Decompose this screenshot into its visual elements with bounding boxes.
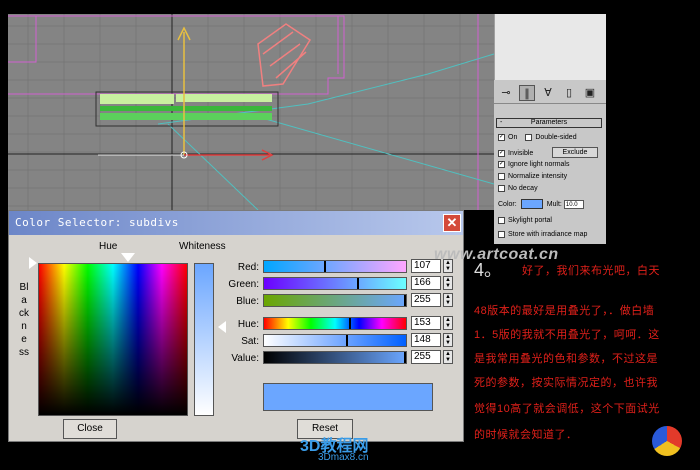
mult-label: Mult: (546, 200, 562, 208)
screen: { "dialog": { "title": "Color Selector: … (0, 0, 700, 470)
red-label: Red: (237, 262, 259, 273)
exclude-button[interactable]: Exclude (552, 147, 598, 158)
close-button[interactable]: Close (63, 419, 117, 439)
store-row[interactable]: Store with irradiance map (498, 231, 587, 238)
hue-blackness-picker[interactable] (38, 263, 188, 416)
rollout-title: Parameters (530, 119, 568, 126)
green-thumb[interactable] (357, 278, 359, 289)
sat-thumb[interactable] (346, 335, 348, 346)
double-sided-label: Double-sided (535, 134, 577, 141)
blue-slider[interactable] (263, 294, 407, 307)
color-row: Color: Mult: 10.0 (498, 199, 584, 209)
close-icon[interactable]: ✕ (443, 214, 461, 232)
on-checkbox[interactable]: ✓ (498, 134, 505, 141)
whiteness-label: Whiteness (179, 241, 226, 252)
green-input[interactable]: 166 (411, 276, 441, 290)
tutorial-line: 48版本的最好是用叠光了，．做白墙 (474, 305, 655, 317)
hue-input[interactable]: 153 (411, 316, 441, 330)
light-color-swatch[interactable] (520, 199, 543, 209)
modifier-stack-icon[interactable]: ∥ (519, 84, 535, 101)
red-slider[interactable] (263, 260, 407, 273)
tutorial-line: 好了，我们来布光吧，白天 (522, 265, 660, 277)
store-label: Store with irradiance map (508, 231, 588, 238)
green-spinner[interactable]: ▲ ▼ (443, 276, 453, 290)
tutorial-line: 1．5版的我就不用叠光了，呵呵．这 (474, 329, 660, 341)
dialog-titlebar[interactable]: Color Selector: subdivs ✕ (9, 211, 463, 235)
color-label: Color: (498, 200, 517, 208)
sat-label: Sat: (241, 336, 259, 347)
blackness-pointer-icon[interactable] (29, 257, 37, 269)
sat-spinner[interactable]: ▲ ▼ (443, 333, 453, 347)
pin-icon[interactable]: ⊸ (498, 85, 514, 101)
invisible-row[interactable]: ✓ Invisible (498, 150, 533, 157)
tutorial-line: 死的参数，按实际情况定的，也许我 (474, 377, 658, 389)
hue-slider-label: Hue: (237, 319, 259, 330)
site-logo-sub: 3Dmax8.cn (318, 452, 369, 463)
red-thumb[interactable] (324, 261, 326, 272)
wall-geometry (8, 15, 345, 95)
hue-label: Hue (99, 241, 118, 252)
hue-slider[interactable] (263, 317, 407, 330)
dialog-title: Color Selector: subdivs (15, 216, 179, 229)
tutorial-line: 是我常用叠光的色和参数，不过这是 (474, 353, 658, 365)
command-panel: ⊸ ∥ ∀ ▯ ▣ - Parameters ✓ On Double-sided… (494, 14, 606, 244)
color-preview (263, 383, 433, 411)
value-spinner[interactable]: ▲ ▼ (443, 350, 453, 364)
parameters-rollout[interactable]: - Parameters (496, 118, 602, 128)
tutorial-line: 的时候就会知道了． (474, 429, 578, 441)
sofa-cushions (100, 94, 174, 104)
value-label: Value: (231, 353, 259, 364)
green-label: Green: (228, 279, 259, 290)
viewport-scene (8, 14, 494, 210)
viewport-3d[interactable] (8, 14, 494, 210)
green-slider[interactable] (263, 277, 407, 290)
step-number: 4。 (474, 260, 503, 280)
invisible-checkbox[interactable]: ✓ (498, 150, 505, 157)
brand-pie-icon (652, 426, 682, 456)
no-decay-checkbox[interactable] (498, 185, 505, 192)
configure-sets-icon[interactable]: ▣ (582, 85, 598, 101)
on-label: On (508, 134, 518, 141)
command-panel-header (494, 14, 606, 80)
hue-pointer-icon[interactable] (121, 253, 135, 262)
collapse-icon: - (500, 119, 503, 126)
normalize-label: Normalize intensity (508, 173, 568, 180)
normalize-checkbox[interactable] (498, 173, 505, 180)
tutorial-line: 觉得10高了就会调低，这个下面试光 (474, 403, 660, 415)
ignore-normals-checkbox[interactable]: ✓ (498, 161, 505, 168)
no-decay-row[interactable]: No decay (498, 185, 538, 192)
skylight-label: Skylight portal (508, 217, 552, 224)
blue-label: Blue: (236, 296, 259, 307)
value-thumb[interactable] (404, 352, 406, 363)
value-input[interactable]: 255 (411, 350, 441, 364)
blue-input[interactable]: 255 (411, 293, 441, 307)
mult-input[interactable]: 10.0 (563, 199, 584, 209)
make-unique-icon[interactable]: ∀ (540, 85, 556, 101)
double-sided-checkbox[interactable] (525, 134, 533, 141)
command-panel-tabs: ⊸ ∥ ∀ ▯ ▣ (494, 82, 606, 104)
blackness-label: Blackness (19, 282, 29, 358)
store-checkbox[interactable] (498, 231, 505, 238)
sat-slider[interactable] (263, 334, 407, 347)
sat-input[interactable]: 148 (411, 333, 441, 347)
normalize-row[interactable]: Normalize intensity (498, 173, 567, 180)
on-row[interactable]: ✓ On Double-sided (498, 134, 577, 141)
blue-thumb[interactable] (404, 295, 406, 306)
blue-spinner[interactable]: ▲ ▼ (443, 293, 453, 307)
no-decay-label: No decay (508, 185, 538, 192)
lamp-wireframe (257, 23, 312, 87)
hue-spinner[interactable]: ▲ ▼ (443, 316, 453, 330)
hue-thumb[interactable] (349, 318, 351, 329)
remove-modifier-icon[interactable]: ▯ (561, 85, 577, 101)
skylight-row[interactable]: Skylight portal (498, 217, 552, 224)
skylight-checkbox[interactable] (498, 217, 505, 224)
value-slider[interactable] (263, 351, 407, 364)
ignore-normals-label: Ignore light normals (508, 161, 570, 168)
ignore-normals-row[interactable]: ✓ Ignore light normals (498, 161, 569, 168)
invisible-label: Invisible (508, 150, 534, 157)
color-selector-dialog: Color Selector: subdivs ✕ Hue Whiteness … (8, 210, 464, 442)
